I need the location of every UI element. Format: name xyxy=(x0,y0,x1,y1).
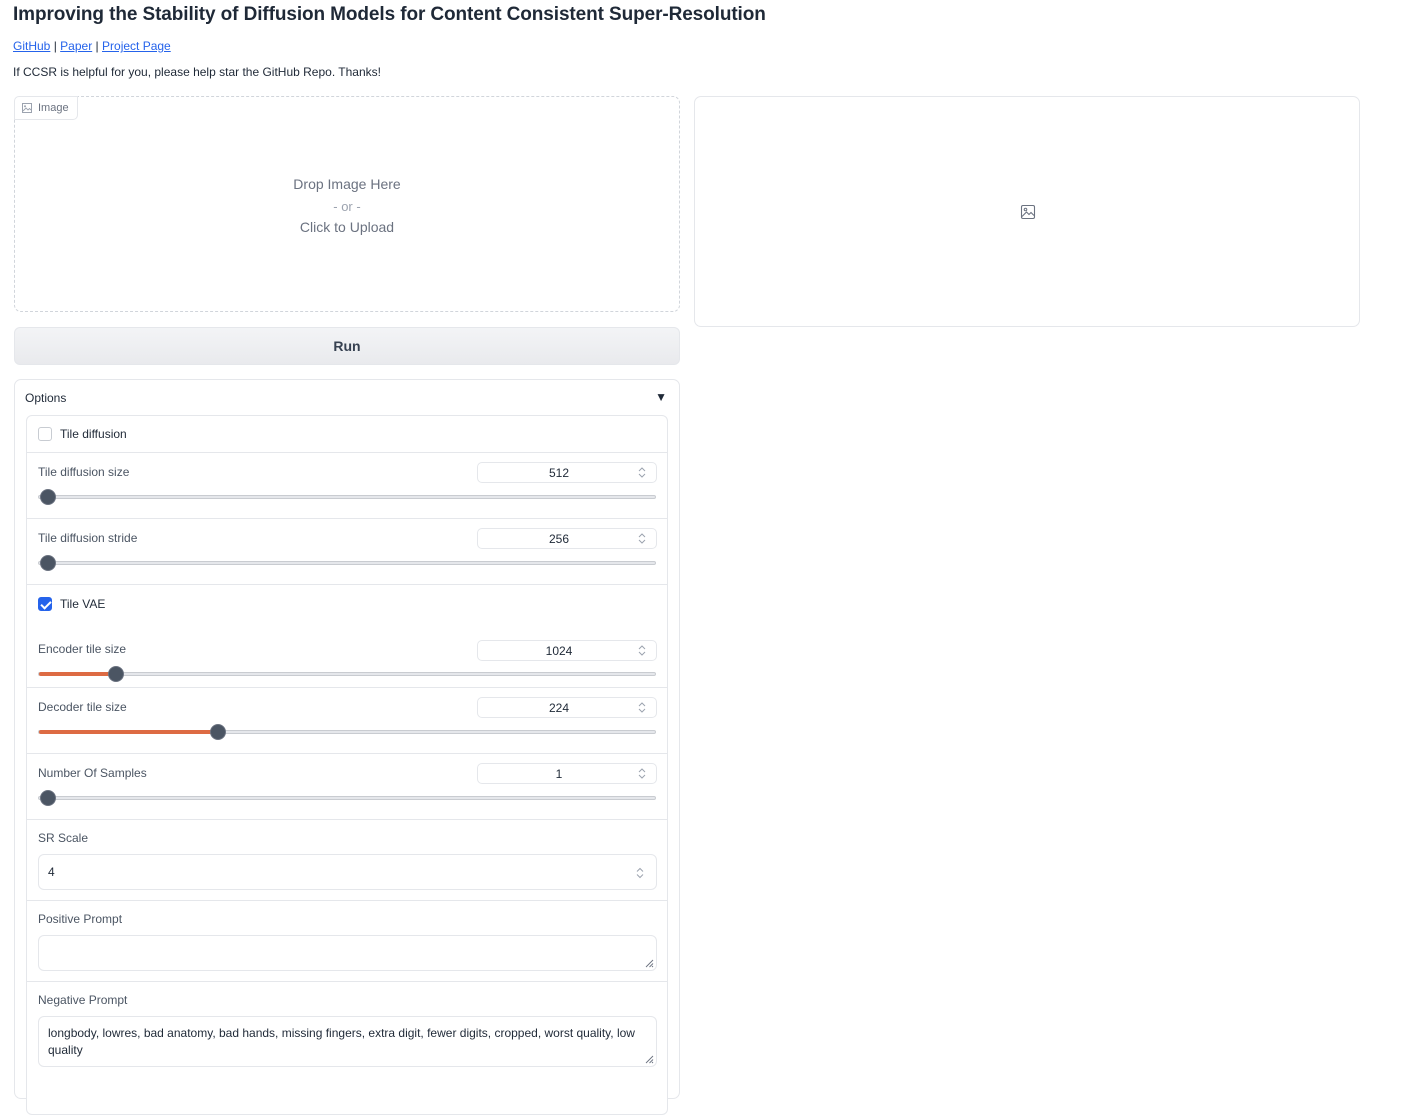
image-upload-dropzone[interactable]: Image Drop Image Here - or - Click to Up… xyxy=(14,96,680,312)
paper-link[interactable]: Paper xyxy=(60,39,92,53)
stepper-icon[interactable] xyxy=(636,867,644,879)
positive-prompt-row: Positive Prompt xyxy=(27,901,667,982)
tile-diffusion-checkbox[interactable] xyxy=(38,427,52,441)
tile-diffusion-size-row: Tile diffusion size 512 xyxy=(27,453,667,519)
num-samples-slider[interactable] xyxy=(38,790,656,806)
negative-prompt-label: Negative Prompt xyxy=(38,993,128,1007)
options-title: Options xyxy=(25,391,67,405)
slider-handle[interactable] xyxy=(108,666,124,682)
tile-diffusion-stride-row: Tile diffusion stride 256 xyxy=(27,519,667,585)
stepper-icon[interactable] xyxy=(638,645,646,656)
drop-image-text: Drop Image Here xyxy=(293,176,401,192)
upload-prompt[interactable]: Drop Image Here - or - Click to Upload xyxy=(15,174,679,239)
options-accordion: Options ▼ Tile diffusion Tile diffusion … xyxy=(14,379,680,1115)
negative-prompt-textarea[interactable]: longbody, lowres, bad anatomy, bad hands… xyxy=(38,1016,657,1067)
star-note: If CCSR is helpful for you, please help … xyxy=(13,65,381,79)
stepper-icon[interactable] xyxy=(638,533,646,544)
resize-handle-icon[interactable] xyxy=(645,1055,654,1064)
sr-scale-input[interactable]: 4 xyxy=(38,854,657,890)
options-header[interactable]: Options ▼ xyxy=(15,380,679,416)
image-upload-label: Image xyxy=(14,96,78,120)
stepper-icon[interactable] xyxy=(638,702,646,713)
output-image-panel xyxy=(694,96,1360,327)
options-panel: Tile diffusion Tile diffusion size 512 T… xyxy=(26,415,668,1115)
image-label-text: Image xyxy=(38,102,69,114)
tile-diffusion-stride-slider[interactable] xyxy=(38,555,656,571)
slider-handle[interactable] xyxy=(209,724,226,740)
tile-diffusion-size-label: Tile diffusion size xyxy=(38,465,130,479)
decoder-tile-size-input[interactable]: 224 xyxy=(477,697,657,718)
tile-diffusion-size-input[interactable]: 512 xyxy=(477,462,657,483)
encoder-tile-size-slider[interactable] xyxy=(38,666,656,682)
positive-prompt-textarea[interactable] xyxy=(38,935,657,971)
decoder-tile-size-row: Decoder tile size 224 xyxy=(27,688,667,754)
num-samples-row: Number Of Samples 1 xyxy=(27,754,667,820)
sr-scale-row: SR Scale 4 xyxy=(27,820,667,901)
slider-handle[interactable] xyxy=(40,555,56,571)
decoder-tile-size-label: Decoder tile size xyxy=(38,700,127,714)
tile-diffusion-stride-label: Tile diffusion stride xyxy=(38,531,138,545)
num-samples-label: Number Of Samples xyxy=(38,766,147,780)
stepper-icon[interactable] xyxy=(638,467,646,478)
tile-vae-checkbox[interactable] xyxy=(38,596,52,611)
resize-handle-icon[interactable] xyxy=(645,959,654,968)
tile-diffusion-label: Tile diffusion xyxy=(60,427,127,441)
tile-diffusion-size-slider[interactable] xyxy=(38,489,656,505)
encoder-tile-size-row: Encoder tile size 1024 xyxy=(27,622,667,688)
stepper-icon[interactable] xyxy=(638,768,646,779)
github-link[interactable]: GitHub xyxy=(13,39,50,53)
slider-handle[interactable] xyxy=(40,489,56,505)
link-separator: | xyxy=(95,39,99,53)
negative-prompt-row: Negative Prompt longbody, lowres, bad an… xyxy=(27,982,667,1116)
encoder-tile-size-label: Encoder tile size xyxy=(38,642,127,656)
tile-diffusion-stride-input[interactable]: 256 xyxy=(477,528,657,549)
encoder-tile-size-input[interactable]: 1024 xyxy=(477,640,657,661)
header-links: GitHub | Paper | Project Page xyxy=(13,39,171,53)
sr-scale-label: SR Scale xyxy=(38,831,89,845)
tile-diffusion-row: Tile diffusion xyxy=(27,416,667,453)
image-placeholder-icon xyxy=(1020,204,1036,220)
tile-vae-label: Tile VAE xyxy=(60,596,106,611)
run-button[interactable]: Run xyxy=(14,327,680,365)
positive-prompt-label: Positive Prompt xyxy=(38,912,123,926)
or-text: - or - xyxy=(333,198,361,214)
caret-down-icon[interactable]: ▼ xyxy=(655,390,667,404)
slider-handle[interactable] xyxy=(40,790,56,806)
click-to-upload-text: Click to Upload xyxy=(299,219,395,235)
decoder-tile-size-slider[interactable] xyxy=(38,724,656,740)
num-samples-input[interactable]: 1 xyxy=(477,763,657,784)
project-page-link[interactable]: Project Page xyxy=(102,39,171,53)
page-title: Improving the Stability of Diffusion Mod… xyxy=(13,4,766,25)
image-icon xyxy=(22,103,32,113)
tile-vae-row: Tile VAE xyxy=(27,585,667,622)
link-separator: | xyxy=(53,39,57,53)
